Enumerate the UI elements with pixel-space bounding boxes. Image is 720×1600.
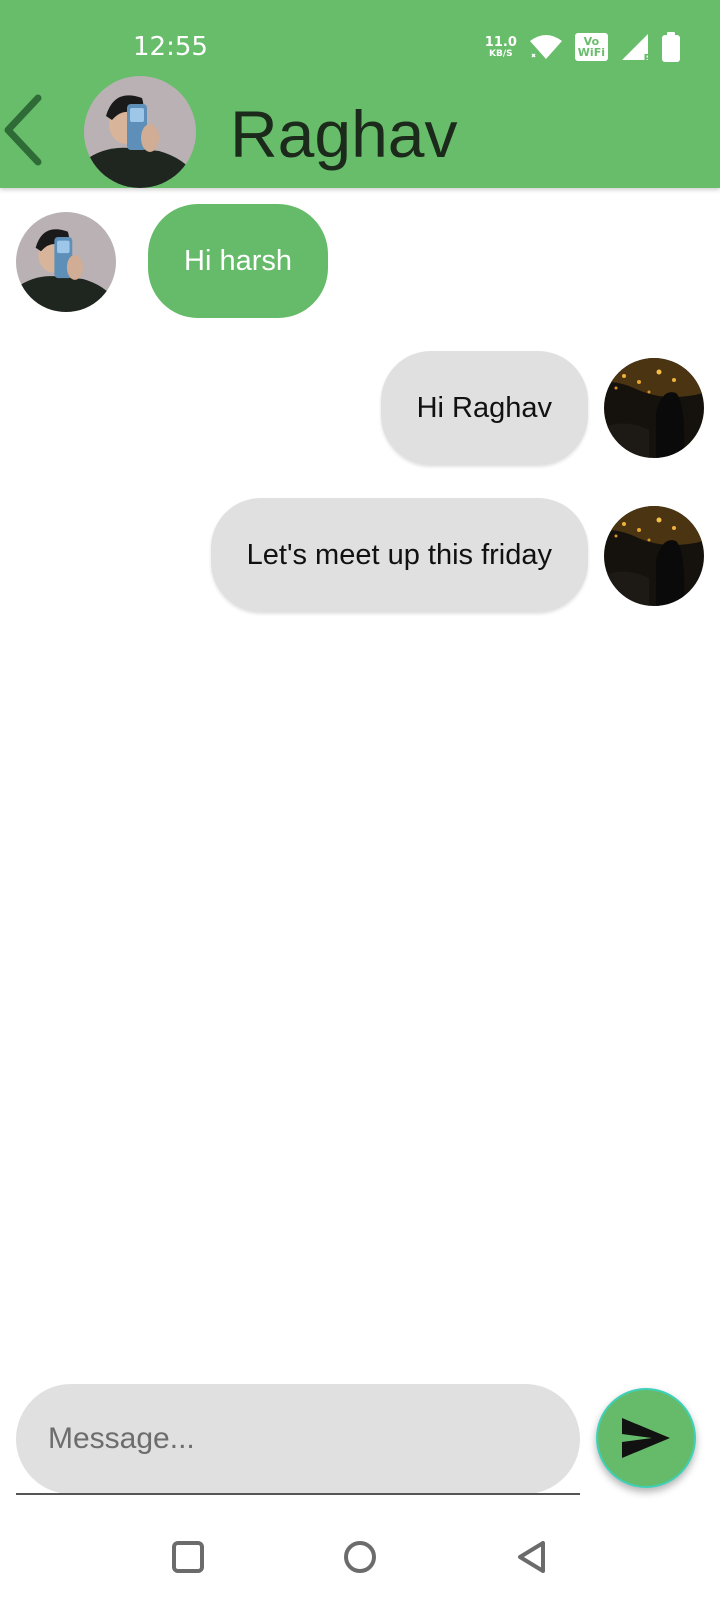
message-input-underline: [16, 1493, 580, 1495]
sent-message-avatar: [604, 358, 704, 458]
vowifi-label-bottom: WiFi: [577, 46, 605, 59]
message-bubble-sent[interactable]: Hi Raghav: [380, 351, 588, 465]
signal-roaming-label: R: [643, 52, 652, 65]
chevron-left-icon: [4, 94, 42, 166]
network-speed-value: 11.0: [484, 34, 517, 50]
message-bubble-received[interactable]: Hi harsh: [148, 204, 328, 318]
network-speed: 11.0 KB/S: [485, 36, 517, 59]
received-message-avatar: [16, 212, 116, 312]
send-button[interactable]: [596, 1388, 696, 1488]
home-circle-icon: [344, 1541, 376, 1573]
vowifi-icon: Vo WiFi: [574, 33, 608, 61]
status-time: 12:55: [133, 32, 208, 62]
back-button[interactable]: [0, 90, 48, 170]
signal-icon: R: [620, 33, 652, 65]
chat-screen: 12:55 11.0 KB/S Vo WiFi R Raghav Hi hars…: [0, 0, 720, 1600]
contact-name: Raghav: [230, 97, 458, 171]
recents-button[interactable]: [163, 1532, 213, 1582]
wifi-icon: [529, 35, 562, 59]
back-triangle-icon: [518, 1541, 545, 1573]
message-input[interactable]: [16, 1384, 580, 1494]
network-speed-unit: KB/S: [488, 48, 513, 59]
system-back-button[interactable]: [507, 1532, 557, 1582]
status-icons: 11.0 KB/S Vo WiFi R: [485, 30, 680, 65]
recents-square-icon: [172, 1541, 204, 1573]
battery-icon: [662, 32, 680, 62]
app-header: 12:55 11.0 KB/S Vo WiFi R Raghav: [0, 0, 720, 188]
contact-avatar[interactable]: [84, 76, 196, 188]
home-button[interactable]: [335, 1532, 385, 1582]
sent-message-avatar: [604, 506, 704, 606]
message-bubble-sent[interactable]: Let's meet up this friday: [210, 498, 588, 612]
send-icon: [622, 1418, 670, 1458]
